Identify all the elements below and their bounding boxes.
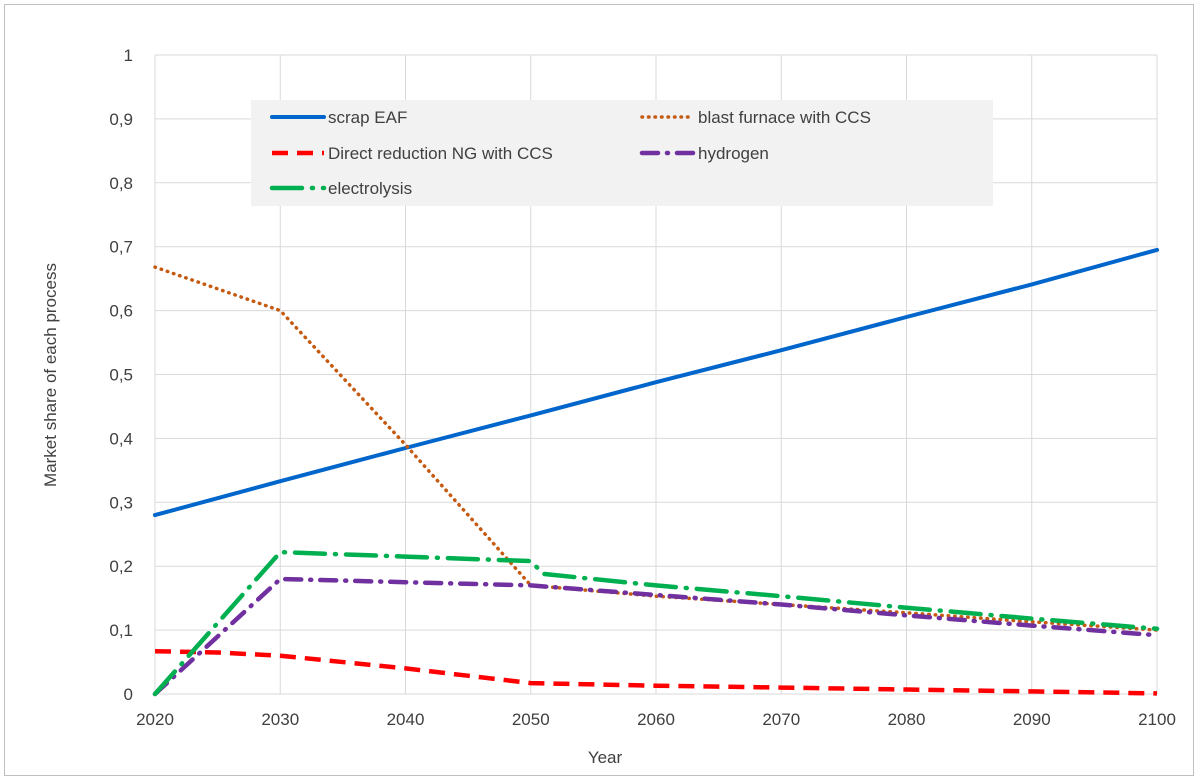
x-axis-ticks: 2020 2030 2040 2050 2060 2070 2080 2090 2100 <box>136 710 1176 729</box>
legend: scrap EAF blast furnace with CCS Direct re… <box>251 100 993 206</box>
y-tick-label: 0 <box>124 685 133 704</box>
x-tick-label: 2040 <box>387 710 425 729</box>
x-tick-label: 2030 <box>261 710 299 729</box>
legend-label-direct-reduction-ng-with-ccs: Direct reduction NG with CCS <box>328 144 553 163</box>
y-tick-label: 0,5 <box>109 366 133 385</box>
x-tick-label: 2020 <box>136 710 174 729</box>
x-tick-label: 2100 <box>1138 710 1176 729</box>
y-tick-label: 1 <box>124 46 133 65</box>
x-axis-label: Year <box>588 748 623 767</box>
legend-label-electrolysis: electrolysis <box>328 179 412 198</box>
y-tick-label: 0,6 <box>109 302 133 321</box>
line-chart: 00,10,20,30,40,50,60,70,80,91 2020 2030 20… <box>41 46 1176 767</box>
x-tick-label: 2060 <box>637 710 675 729</box>
legend-label-hydrogen: hydrogen <box>698 144 769 163</box>
x-tick-label: 2070 <box>762 710 800 729</box>
y-axis-ticks: 0 0,1 0,2 0,3 0,4 0,5 0,6 0,7 0,8 0,9 1 <box>109 46 133 704</box>
y-tick-label: 0,1 <box>109 621 133 640</box>
y-tick-label: 0,7 <box>109 238 133 257</box>
y-tick-label: 0,8 <box>109 174 133 193</box>
x-tick-label: 2050 <box>512 710 550 729</box>
y-axis-label: Market share of each process <box>41 263 60 487</box>
legend-label-blast-furnace-with-ccs: blast furnace with CCS <box>698 108 871 127</box>
y-tick-label: 0,3 <box>109 493 133 512</box>
x-tick-label: 2080 <box>888 710 926 729</box>
legend-label-scrap-eaf: scrap EAF <box>328 108 407 127</box>
x-tick-label: 2090 <box>1013 710 1051 729</box>
y-tick-label: 0,9 <box>109 110 133 129</box>
y-tick-label: 0,2 <box>109 557 133 576</box>
y-tick-label: 0,4 <box>109 429 133 448</box>
